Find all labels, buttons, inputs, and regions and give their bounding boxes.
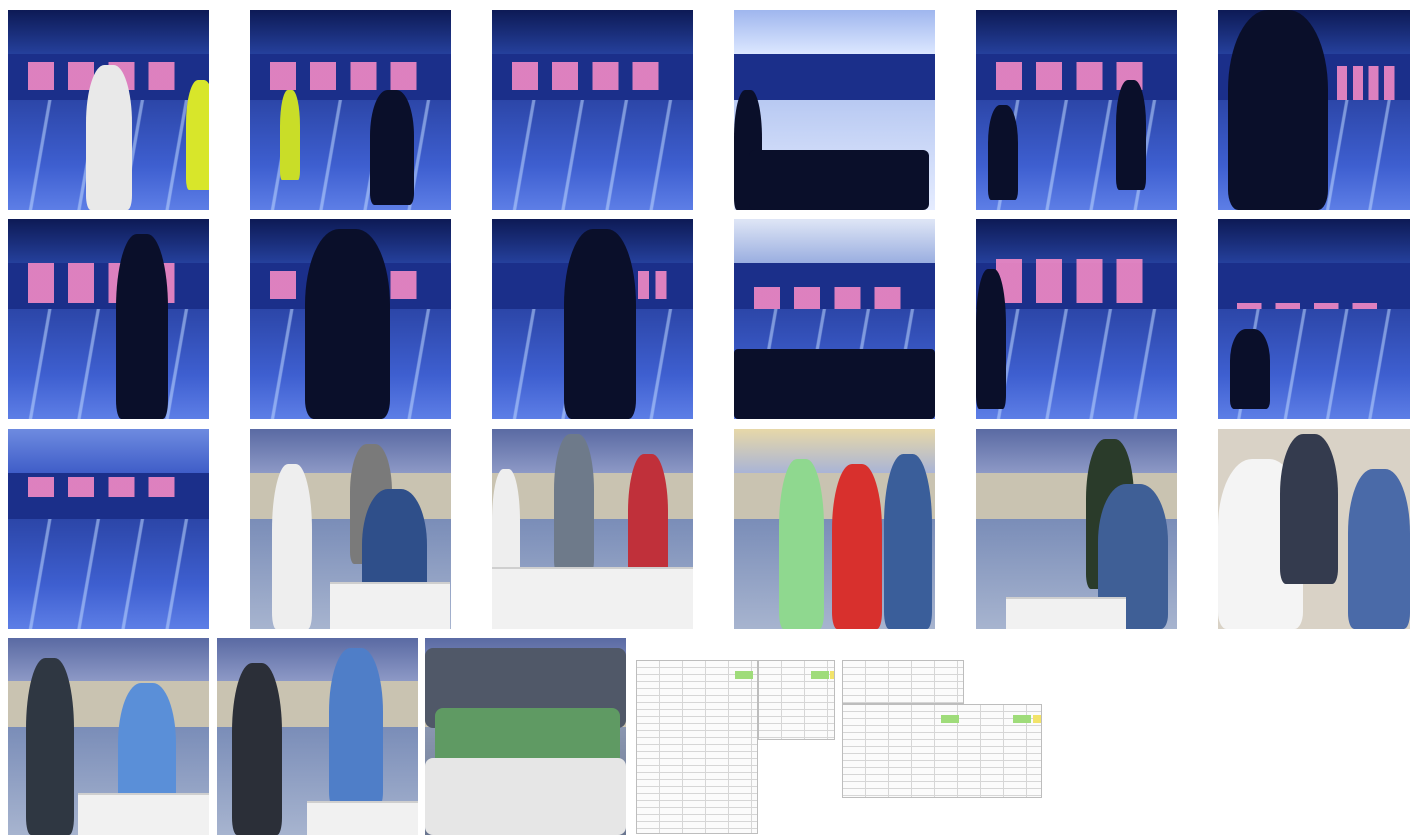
photo-thumbnail-21[interactable] <box>425 638 626 835</box>
hall-ceiling <box>8 219 209 263</box>
table-header-highlight <box>1013 715 1031 723</box>
hall-ceiling <box>976 429 1177 473</box>
photo-thumbnail-02[interactable] <box>250 10 451 210</box>
player-figure <box>1280 434 1338 584</box>
photo-thumbnail-15[interactable] <box>492 429 693 629</box>
photo-thumbnail-17[interactable] <box>976 429 1177 629</box>
hall-ceiling <box>976 219 1177 263</box>
score-screens <box>996 259 1157 303</box>
player-figure <box>564 229 636 419</box>
bowling-lanes <box>8 519 209 629</box>
photo-thumbnail-10[interactable] <box>734 219 935 419</box>
photo-thumbnail-14[interactable] <box>250 429 451 629</box>
hall-ceiling <box>1218 219 1410 263</box>
winners-podium <box>492 567 693 629</box>
results-table <box>758 660 835 740</box>
photo-thumbnail-16[interactable] <box>734 429 935 629</box>
table-header-highlight <box>941 715 959 723</box>
player-figure <box>884 454 932 629</box>
table-header-highlight <box>830 671 834 679</box>
photo-thumbnail-19[interactable] <box>8 638 209 835</box>
winners-podium <box>78 793 209 835</box>
photo-thumbnail-18[interactable] <box>1218 429 1410 629</box>
player-figure <box>186 80 209 190</box>
player-figure <box>1230 329 1270 409</box>
results-table <box>842 704 1042 798</box>
photo-thumbnail-11[interactable] <box>976 219 1177 419</box>
hall-ceiling <box>976 10 1177 54</box>
table-header-highlight <box>811 671 829 679</box>
player-figure <box>554 434 594 574</box>
winners-podium <box>1006 597 1126 629</box>
player-figure <box>232 663 282 835</box>
photo-thumbnail-23[interactable] <box>842 638 1043 835</box>
player-figure <box>329 648 383 808</box>
table-header-highlight <box>735 671 753 679</box>
player-figure <box>116 234 168 419</box>
seating-silhouette <box>734 349 935 419</box>
photo-thumbnail-03[interactable] <box>492 10 693 210</box>
player-figure <box>779 459 824 629</box>
photo-thumbnail-04[interactable] <box>734 10 935 210</box>
player-figure <box>1228 10 1328 210</box>
player-figure <box>832 464 882 629</box>
hall-ceiling <box>734 219 935 263</box>
player-figure <box>1348 469 1410 629</box>
seating-silhouette <box>749 150 929 210</box>
player-figure <box>280 90 300 180</box>
table-header-highlight <box>1033 715 1041 723</box>
results-table <box>842 660 964 704</box>
photo-thumbnail-06[interactable] <box>1218 10 1410 210</box>
score-screens <box>754 287 915 311</box>
photo-thumbnail-20[interactable] <box>217 638 418 835</box>
player-figure <box>976 269 1006 409</box>
hall-ceiling <box>250 429 451 473</box>
bowling-lanes <box>976 309 1177 419</box>
photo-thumbnail-12[interactable] <box>1218 219 1410 419</box>
bowling-lanes <box>492 100 693 210</box>
photo-thumbnail-09[interactable] <box>492 219 693 419</box>
score-screens <box>28 477 189 497</box>
bowling-lanes <box>8 309 209 419</box>
player-figure <box>86 65 132 210</box>
score-screens <box>512 62 673 90</box>
player-figure <box>272 464 312 629</box>
hall-ceiling <box>734 10 935 54</box>
score-screens <box>270 62 431 90</box>
photo-thumbnail-05[interactable] <box>976 10 1177 210</box>
player-figure <box>370 90 414 205</box>
winners-podium <box>307 801 418 835</box>
winners-podium <box>330 582 450 629</box>
photo-thumbnail-07[interactable] <box>8 219 209 419</box>
player-figure <box>988 105 1018 200</box>
photo-thumbnail-01[interactable] <box>8 10 209 210</box>
hall-ceiling <box>492 10 693 54</box>
photo-thumbnail-13[interactable] <box>8 429 209 629</box>
hall-ceiling <box>250 10 451 54</box>
hall-ceiling <box>8 429 209 473</box>
photo-gallery <box>0 0 1410 835</box>
results-table <box>636 660 758 834</box>
photo-thumbnail-08[interactable] <box>250 219 451 419</box>
player-figure <box>305 229 390 419</box>
hall-ceiling <box>8 10 209 54</box>
group-row-front <box>425 758 626 835</box>
photo-thumbnail-22[interactable] <box>634 638 835 835</box>
player-figure <box>26 658 74 835</box>
player-figure <box>1116 80 1146 190</box>
